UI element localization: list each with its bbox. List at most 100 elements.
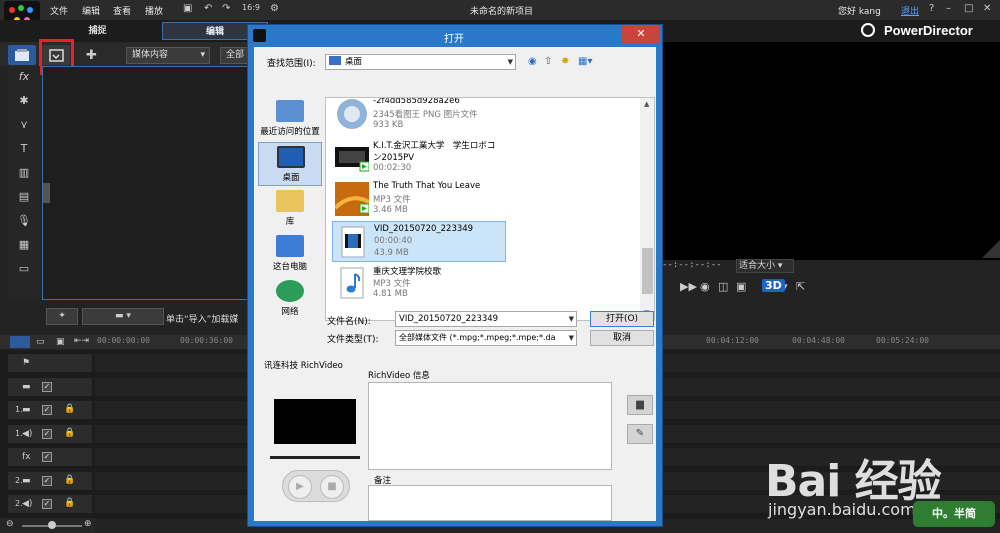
snapshot-icon[interactable]: ◉ xyxy=(700,280,710,293)
place-label: 桌面 xyxy=(282,173,300,183)
menu-play[interactable]: 播放 xyxy=(145,4,163,17)
track-enable-checkbox[interactable]: ✓ xyxy=(42,499,52,509)
file-size: 933 KB xyxy=(373,120,404,130)
lock-icon[interactable]: 🔒 xyxy=(64,475,75,485)
pip-room-icon[interactable]: ✱ xyxy=(16,94,32,108)
particle-room-icon[interactable]: ⋎ xyxy=(16,118,32,132)
filename-input[interactable]: VID_20150720_223349 ▼ xyxy=(395,311,577,327)
file-item-selected[interactable]: VID_20150720_223349 00:00:40 43.9 MB xyxy=(332,221,506,262)
media-room-button[interactable] xyxy=(8,45,36,65)
library-filter2-select[interactable]: 全部 xyxy=(220,47,250,64)
stop-icon[interactable]: ■ xyxy=(320,475,344,499)
resize-grip[interactable] xyxy=(982,240,1000,258)
dialog-titlebar[interactable]: 打开 ✕ xyxy=(248,25,662,47)
cancel-button[interactable]: 取消 xyxy=(590,330,654,346)
track-enable-checkbox[interactable]: ✓ xyxy=(42,381,52,392)
aspect-ratio-icon[interactable]: 16:9 xyxy=(242,3,260,12)
maximize-button[interactable]: □ xyxy=(964,3,973,14)
track-header[interactable]: 1. ◀) ✓ 🔒 xyxy=(8,424,92,444)
up-folder-icon[interactable]: ⇧ xyxy=(544,56,552,67)
track-enable-checkbox[interactable]: ✓ xyxy=(42,428,52,439)
volume-icon[interactable]: ◫ xyxy=(718,280,728,293)
file-item[interactable]: K.I.T.金沢工業大学 学生ロボコ ン2015PV 00:02:30 xyxy=(332,137,506,178)
view-menu-icon[interactable]: ▦▾ xyxy=(578,56,592,67)
edit-note-icon[interactable]: ✎ xyxy=(627,424,653,444)
collapse-panel-handle[interactable] xyxy=(43,183,50,203)
close-button[interactable]: ✕ xyxy=(983,3,991,14)
transition-room-icon[interactable]: ▥ xyxy=(16,166,32,180)
track-header[interactable]: 2. ◀) ✓ 🔒 xyxy=(8,495,92,514)
fast-forward-icon[interactable]: ▶▶ xyxy=(680,280,697,293)
undock-icon[interactable]: ⇱ xyxy=(796,280,805,293)
file-list-scrollbar[interactable]: ▲ ▼ xyxy=(640,98,654,320)
file-item[interactable]: 重庆文理学院校歌 MP3 文件 4.81 MB xyxy=(332,263,506,304)
settings-gear-icon[interactable]: ⚙ xyxy=(270,3,279,14)
place-desktop[interactable]: 桌面 xyxy=(258,142,322,186)
lock-icon[interactable]: 🔒 xyxy=(64,428,75,438)
save-icon[interactable]: ▣ xyxy=(183,3,192,14)
library-filter-select[interactable]: 媒体内容 ▾ xyxy=(126,47,210,64)
place-label: 最近访问的位置 xyxy=(260,127,320,137)
back-icon[interactable]: ◉ xyxy=(528,56,537,67)
note-box[interactable] xyxy=(368,485,612,521)
menu-file[interactable]: 文件 xyxy=(50,4,68,17)
place-this-pc[interactable]: 这台电脑 xyxy=(258,232,322,276)
zoom-in-icon[interactable]: ⊕ xyxy=(84,519,92,529)
subtitle-room-icon[interactable]: ▭ xyxy=(16,262,32,276)
fx-room-icon[interactable]: fx xyxy=(16,70,32,84)
lock-icon[interactable]: 🔒 xyxy=(64,498,75,508)
3d-toggle-button[interactable]: 3D xyxy=(762,279,785,292)
menu-edit[interactable]: 编辑 xyxy=(82,4,100,17)
plugin-icon[interactable]: ✚ xyxy=(86,48,97,63)
track-manager-icon[interactable]: ▣ xyxy=(56,337,65,347)
menu-view[interactable]: 查看 xyxy=(113,4,131,17)
track-header[interactable]: 2. ▬ ✓ 🔒 xyxy=(8,471,92,491)
timeline-view-icon[interactable] xyxy=(10,336,30,348)
track-header[interactable]: ⚑ xyxy=(8,354,92,373)
place-library[interactable]: 库 xyxy=(258,187,322,231)
magic-tool-button[interactable]: ✦ xyxy=(46,308,78,325)
storyboard-icon[interactable]: ▭ xyxy=(36,337,45,347)
title-room-icon[interactable]: T xyxy=(16,142,32,156)
voiceover-icon[interactable]: 🎙 xyxy=(16,214,32,228)
help-button[interactable]: ? xyxy=(929,3,934,14)
playback-controls: ▶▶ ◉ ◫ ▣ ▾ ⇱ xyxy=(662,278,1000,298)
library-filter-value: 媒体内容 xyxy=(132,50,169,60)
logout-link[interactable]: 退出 xyxy=(901,4,919,17)
fit-timeline-icon[interactable]: ⇤⇥ xyxy=(74,336,89,346)
filetype-select[interactable]: 全部媒体文件 (*.mpg;*.mpeg;*.mpe;*.da ▼ xyxy=(395,330,577,346)
library-icon xyxy=(276,190,304,212)
undo-icon[interactable]: ↶ xyxy=(204,3,212,14)
zoom-slider-handle[interactable] xyxy=(48,521,56,529)
track-header[interactable]: 1. ▬ ✓ 🔒 xyxy=(8,401,92,420)
track-enable-checkbox[interactable]: ✓ xyxy=(42,405,52,415)
track-header[interactable]: ▬ ✓ xyxy=(8,377,92,397)
display-icon[interactable]: ▣ xyxy=(736,280,746,293)
file-item[interactable]: -2f4dd585d928a2e6 2345看图王 PNG 图片文件 933 K… xyxy=(332,98,506,135)
file-item[interactable]: The Truth That You Leave MP3 文件 3.46 MB xyxy=(332,179,506,220)
place-network[interactable]: 网络 xyxy=(258,277,322,321)
new-folder-icon[interactable]: ✸ xyxy=(561,56,569,67)
zoom-fit-select[interactable]: 适合大小 ▾ xyxy=(736,259,794,273)
track-enable-checkbox[interactable]: ✓ xyxy=(42,452,52,462)
open-button[interactable]: 打开(O) xyxy=(590,311,654,327)
chapter-room-icon[interactable]: ▦ xyxy=(16,238,32,252)
redo-icon[interactable]: ↷ xyxy=(222,3,230,14)
dialog-close-button[interactable]: ✕ xyxy=(622,25,660,43)
lock-icon[interactable]: 🔒 xyxy=(64,404,75,414)
track-enable-checkbox[interactable]: ✓ xyxy=(42,475,52,486)
scrollbar-thumb[interactable] xyxy=(642,248,653,294)
richvideo-seekbar[interactable] xyxy=(270,456,360,459)
zoom-out-icon[interactable]: ⊖ xyxy=(6,519,14,529)
minimize-button[interactable]: – xyxy=(946,3,951,14)
lookin-label: 查找范围(I): xyxy=(267,59,316,69)
camera-icon[interactable]: ▆ xyxy=(627,395,653,415)
place-recent[interactable]: 最近访问的位置 xyxy=(258,97,322,141)
track-header[interactable]: fx ✓ xyxy=(8,448,92,467)
lookin-select[interactable]: 桌面 ▼ xyxy=(325,54,516,70)
tab-capture[interactable]: 捕捉 xyxy=(50,22,145,40)
audio-mixing-icon[interactable]: ▤ xyxy=(16,190,32,204)
scroll-up-icon[interactable]: ▲ xyxy=(644,100,649,108)
play-icon[interactable]: ▶ xyxy=(288,475,312,499)
folder-button[interactable]: ▬ ▾ xyxy=(82,308,164,325)
